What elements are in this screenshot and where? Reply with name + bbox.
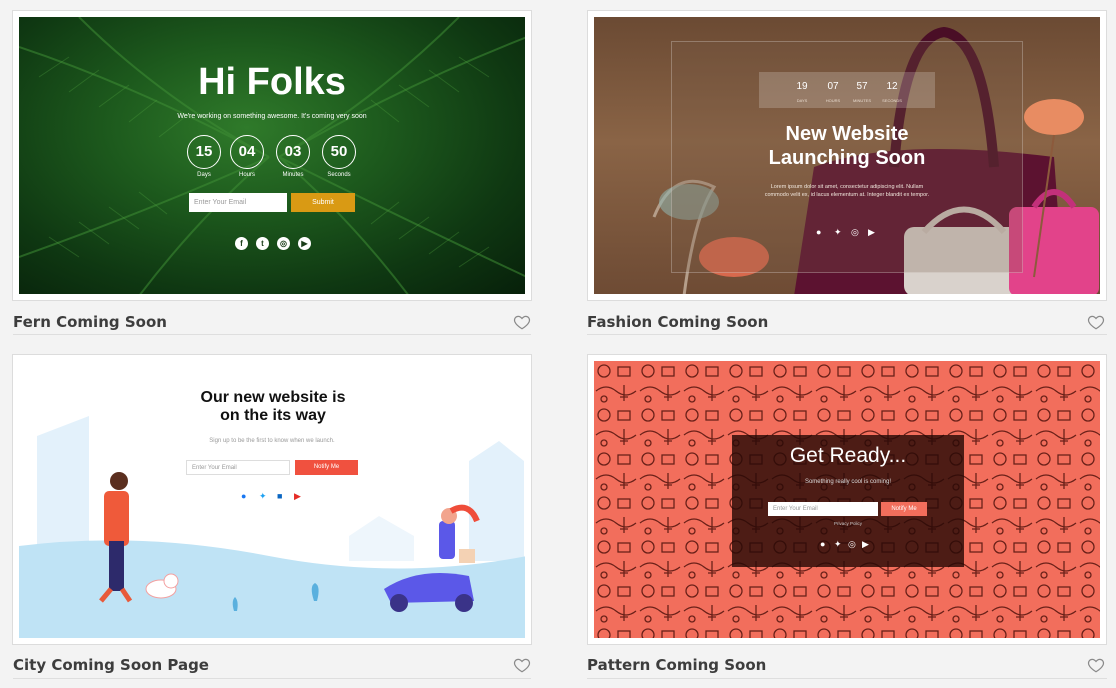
twitter-icon[interactable]: ✦: [834, 227, 842, 238]
linkedin-icon[interactable]: ■: [277, 491, 282, 501]
fern-heading: Hi Folks: [198, 61, 346, 103]
countdown-hours: 07: [827, 81, 839, 92]
pattern-subtitle: Something really cool is coming!: [804, 479, 892, 485]
pattern-heading: Get Ready...: [789, 444, 907, 467]
fern-leaves-image: [19, 17, 525, 294]
countdown-hours: 04: [230, 135, 264, 169]
youtube-icon[interactable]: ▶: [294, 491, 301, 502]
countdown-days: 15: [187, 135, 221, 169]
fern-email-input[interactable]: Enter Your Email: [189, 193, 287, 212]
countdown-seconds-label: SECONDS: [882, 98, 902, 103]
countdown-days-label: DAYS: [796, 98, 808, 103]
countdown-seconds: 50: [322, 135, 356, 169]
fern-submit-button[interactable]: Submit: [291, 193, 355, 212]
favorite-heart-icon[interactable]: [513, 656, 531, 674]
template-card-city[interactable]: Our new website is on the its way Sign u…: [12, 354, 532, 645]
template-preview-pattern[interactable]: Get Ready... Something really cool is co…: [594, 361, 1100, 638]
city-email-input[interactable]: Enter Your Email: [186, 460, 290, 475]
youtube-icon[interactable]: ▶: [862, 539, 869, 550]
favorite-heart-icon[interactable]: [513, 313, 531, 331]
template-preview-fern[interactable]: Hi Folks We're working on something awes…: [19, 17, 525, 294]
instagram-icon[interactable]: ◎: [848, 539, 856, 550]
countdown-seconds: 12: [886, 81, 898, 92]
city-subtitle: Sign up to be the first to know when we …: [209, 438, 335, 444]
twitter-icon[interactable]: ✦: [259, 491, 267, 502]
template-card-pattern[interactable]: Get Ready... Something really cool is co…: [587, 354, 1107, 645]
template-card-fern[interactable]: Hi Folks We're working on something awes…: [12, 10, 532, 301]
divider: [587, 334, 1107, 335]
fern-subtitle: We're working on something awesome. It's…: [177, 113, 367, 120]
countdown-seconds-label: Seconds: [327, 172, 351, 178]
instagram-icon[interactable]: ◎: [851, 227, 859, 238]
city-heading-line2: on the its way: [220, 407, 326, 424]
card-title-city[interactable]: City Coming Soon Page: [13, 654, 209, 676]
template-preview-city[interactable]: Our new website is on the its way Sign u…: [19, 361, 525, 638]
instagram-icon[interactable]: ◎: [277, 237, 290, 250]
fashion-heading-line1: New Website: [785, 123, 909, 145]
countdown-minutes: 03: [276, 135, 310, 169]
template-preview-fashion[interactable]: 19 07 57 12 DAYS HOURS MINUTES SECONDS N…: [594, 17, 1100, 294]
divider: [13, 334, 531, 335]
pattern-notify-button[interactable]: Notify Me: [881, 502, 927, 516]
card-title-pattern[interactable]: Pattern Coming Soon: [587, 654, 766, 676]
divider: [587, 678, 1107, 679]
twitter-icon[interactable]: ✦: [834, 539, 842, 550]
fashion-heading-line2: Launching Soon: [768, 147, 926, 169]
countdown-days: 19: [796, 81, 808, 92]
card-title-fern[interactable]: Fern Coming Soon: [13, 311, 167, 333]
template-card-fashion[interactable]: 19 07 57 12 DAYS HOURS MINUTES SECONDS N…: [587, 10, 1107, 301]
privacy-policy-link[interactable]: Privacy Policy: [732, 521, 964, 526]
fashion-countdown-box: [759, 72, 935, 108]
favorite-heart-icon[interactable]: [1087, 313, 1105, 331]
countdown-minutes: 57: [856, 81, 868, 92]
favorite-heart-icon[interactable]: [1087, 656, 1105, 674]
card-title-fashion[interactable]: Fashion Coming Soon: [587, 311, 768, 333]
twitter-icon[interactable]: t: [256, 237, 269, 250]
city-notify-button[interactable]: Notify Me: [295, 460, 358, 475]
countdown-hours-label: Hours: [238, 172, 255, 178]
facebook-icon[interactable]: f: [235, 237, 248, 250]
youtube-icon[interactable]: ▶: [868, 227, 875, 238]
facebook-icon[interactable]: ●: [820, 539, 825, 549]
countdown-minutes-label: Minutes: [282, 172, 304, 178]
fashion-body-text: Lorem ipsum dolor sit amet, consectetur …: [764, 184, 930, 198]
countdown-days-label: Days: [197, 172, 211, 178]
divider: [13, 678, 531, 679]
pattern-email-input[interactable]: Enter Your Email: [768, 502, 878, 516]
countdown-minutes-label: MINUTES: [853, 98, 871, 103]
city-heading-line1: Our new website is: [200, 389, 346, 406]
youtube-icon[interactable]: ▶: [298, 237, 311, 250]
facebook-icon[interactable]: ●: [816, 227, 821, 237]
countdown-hours-label: HOURS: [825, 98, 841, 103]
facebook-icon[interactable]: ●: [241, 491, 246, 501]
